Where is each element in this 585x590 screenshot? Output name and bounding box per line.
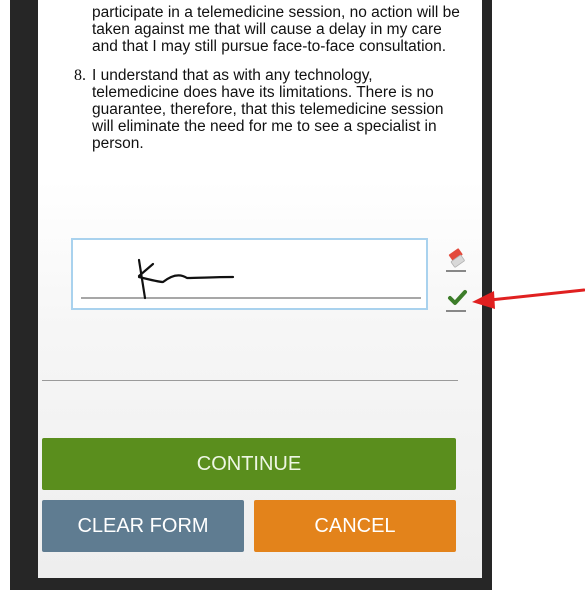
- eraser-icon: [448, 248, 465, 268]
- eraser-underline: [446, 270, 466, 272]
- consent-clause-7-text: participate in a telemedicine session, n…: [92, 4, 460, 55]
- form-divider: [42, 380, 458, 381]
- annotation-arrow-icon: [472, 288, 585, 309]
- cancel-button[interactable]: CANCEL: [254, 500, 456, 552]
- checkmark-icon: [448, 290, 467, 305]
- consent-clause-8-text: I understand that as with any technology…: [92, 67, 444, 152]
- clear-signature-button[interactable]: [446, 246, 470, 272]
- consent-clause-7: participate in a telemedicine session, n…: [62, 4, 462, 55]
- signature-pad[interactable]: [71, 238, 428, 310]
- confirm-signature-button[interactable]: [446, 286, 470, 312]
- signature-stroke: [137, 258, 235, 300]
- checkmark-underline: [446, 310, 466, 312]
- continue-button[interactable]: CONTINUE: [42, 438, 456, 490]
- consent-clause-8: 8. I understand that as with any technol…: [62, 67, 462, 152]
- consent-clause-8-number: 8.: [74, 67, 86, 84]
- consent-text: participate in a telemedicine session, n…: [62, 4, 462, 152]
- tablet-frame: participate in a telemedicine session, n…: [10, 0, 492, 590]
- clear-form-button[interactable]: CLEAR FORM: [42, 500, 244, 552]
- signature-drawing: [81, 258, 421, 300]
- consent-form-screen: participate in a telemedicine session, n…: [38, 0, 482, 578]
